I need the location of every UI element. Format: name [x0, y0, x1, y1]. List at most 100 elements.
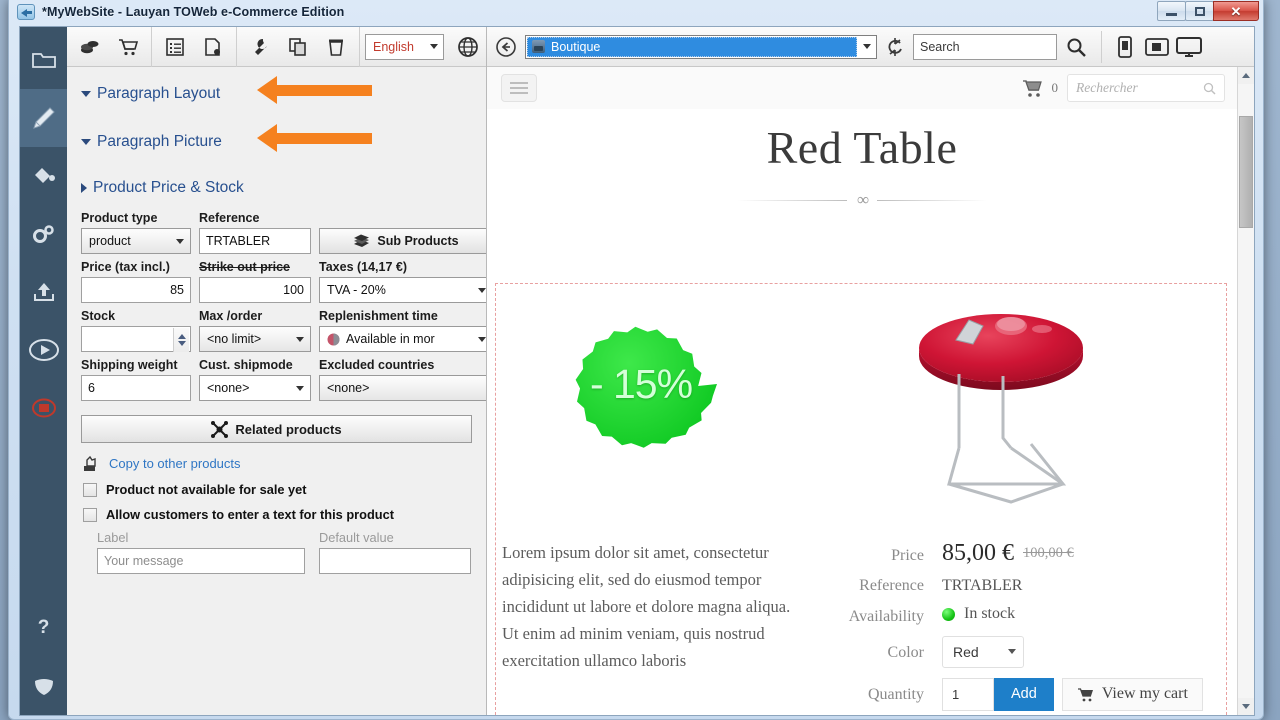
- checkbox-not-available-row[interactable]: Product not available for sale yet: [67, 472, 486, 497]
- replenishment-select[interactable]: Available in mor: [319, 326, 486, 352]
- phone-preview-button[interactable]: [1110, 31, 1140, 63]
- coins-button[interactable]: [71, 30, 109, 64]
- search-button[interactable]: [1061, 31, 1091, 63]
- stepper-arrows[interactable]: [173, 328, 189, 352]
- shipping-weight-label: Shipping weight: [81, 358, 178, 372]
- stepper-up-icon[interactable]: [177, 334, 186, 339]
- list-button[interactable]: [156, 30, 194, 64]
- quantity-input[interactable]: 1: [942, 677, 994, 711]
- page-icon: [532, 40, 545, 53]
- sidebar-item-site[interactable]: [20, 31, 67, 89]
- scrollbar-thumb[interactable]: [1239, 116, 1253, 228]
- default-value-input[interactable]: [319, 548, 471, 574]
- globe-button[interactable]: [449, 30, 486, 64]
- scroll-up-button[interactable]: [1238, 67, 1254, 84]
- strike-price-input[interactable]: 100: [199, 277, 311, 303]
- refresh-icon: [888, 37, 902, 56]
- taxes-select[interactable]: TVA - 20%: [319, 277, 486, 303]
- checkbox-not-available[interactable]: [83, 482, 97, 497]
- shop-button[interactable]: [109, 30, 147, 64]
- sidebar-item-theme[interactable]: [20, 147, 67, 205]
- add-button-label: Add: [1011, 686, 1037, 702]
- discount-value: - 15%: [589, 360, 693, 407]
- stepper-down-icon[interactable]: [177, 341, 186, 346]
- search-input[interactable]: Search: [913, 33, 1057, 60]
- preview-scrollbar[interactable]: [1237, 67, 1254, 715]
- text-label-value: Your message: [104, 554, 184, 568]
- close-button[interactable]: ✕: [1213, 1, 1259, 21]
- price-input[interactable]: 85: [81, 277, 191, 303]
- reference-value: TRTABLER: [206, 234, 271, 248]
- sidebar-item-settings[interactable]: [20, 205, 67, 263]
- site-search-input[interactable]: Rechercher: [1067, 74, 1225, 102]
- stock-stepper[interactable]: [81, 326, 191, 352]
- related-products-button[interactable]: Related products: [81, 415, 472, 443]
- copy-button[interactable]: [279, 30, 317, 64]
- color-select[interactable]: Red: [942, 635, 1024, 668]
- availability-label: Availability: [848, 607, 924, 625]
- view-cart-button[interactable]: View my cart: [1061, 677, 1203, 711]
- page-select[interactable]: Boutique: [525, 34, 877, 59]
- cust-shipmode-value: <none>: [207, 381, 250, 395]
- maximize-button[interactable]: [1185, 1, 1214, 21]
- hamburger-icon-line: [510, 87, 528, 89]
- checkbox-allow-text-label: Allow customers to enter a text for this…: [106, 507, 394, 522]
- refresh-button[interactable]: [881, 31, 909, 63]
- sidebar-item-publish[interactable]: [20, 263, 67, 321]
- settings-button[interactable]: [241, 30, 279, 64]
- price-values: 85,00 € 100,00 €: [942, 540, 1074, 567]
- minimize-button[interactable]: [1157, 1, 1186, 21]
- copy-to-other-products-link: Copy to other products: [109, 456, 241, 471]
- sidebar-item-help[interactable]: ?: [20, 599, 67, 657]
- spec-row-color: Color Red: [822, 635, 1226, 668]
- form-row-shipping: Shipping weight Cust. shipmode Excluded …: [67, 352, 486, 401]
- product-image-wrap: [786, 294, 1226, 522]
- sidebar-item-stop[interactable]: [20, 379, 67, 437]
- trash-icon: [329, 39, 343, 56]
- cart-icon[interactable]: [1021, 77, 1043, 99]
- back-button[interactable]: [491, 31, 521, 63]
- sidebar-item-preview[interactable]: [20, 321, 67, 379]
- price-previous: 100,00 €: [1023, 545, 1074, 561]
- chevron-down-icon: [81, 91, 91, 97]
- product-type-label: Product type: [81, 211, 158, 225]
- scroll-down-button[interactable]: [1238, 698, 1254, 715]
- shipping-weight-input[interactable]: 6: [81, 375, 191, 401]
- sidebar-item-security[interactable]: [20, 657, 67, 715]
- cart-icon: [119, 38, 139, 55]
- max-order-select[interactable]: <no limit>: [199, 326, 311, 352]
- max-order-label: Max /order: [199, 309, 263, 323]
- menu-button[interactable]: [501, 74, 537, 102]
- reference-input[interactable]: TRTABLER: [199, 228, 311, 254]
- caret-down-icon: [1242, 704, 1250, 709]
- divider-line-right: [877, 199, 988, 201]
- cust-shipmode-select[interactable]: <none>: [199, 375, 311, 401]
- desktop-preview-button[interactable]: [1174, 31, 1204, 63]
- section-paragraph-layout[interactable]: Paragraph Layout: [67, 76, 486, 111]
- section-product-price-stock[interactable]: Product Price & Stock: [67, 171, 486, 205]
- page-select-caret[interactable]: [858, 44, 876, 49]
- language-select[interactable]: English: [365, 33, 445, 60]
- device-preview-group: [1101, 30, 1204, 63]
- toolbar-group-commerce: [67, 26, 152, 67]
- new-page-button[interactable]: [194, 30, 232, 64]
- copy-to-other-products-row[interactable]: Copy to other products: [67, 443, 486, 472]
- checkbox-allow-text[interactable]: [83, 507, 97, 522]
- text-label-input[interactable]: Your message: [97, 548, 305, 574]
- replenishment-value: Available in mor: [346, 332, 435, 346]
- section-title: Paragraph Picture: [97, 133, 222, 150]
- product-type-select[interactable]: product: [81, 228, 191, 254]
- tablet-preview-button[interactable]: [1142, 31, 1172, 63]
- excluded-countries-button[interactable]: <none>: [319, 375, 486, 401]
- delete-button[interactable]: [317, 30, 355, 64]
- add-to-cart-button[interactable]: Add: [994, 677, 1054, 711]
- list-icon: [166, 37, 184, 56]
- sidebar-item-edit[interactable]: [20, 89, 67, 147]
- selected-paragraph-region[interactable]: - 15% Lorem ipsum dolor sit amet, consec…: [495, 283, 1227, 715]
- section-paragraph-picture[interactable]: Paragraph Picture: [67, 124, 486, 159]
- chevron-down-icon: [81, 139, 91, 145]
- section-title: Product Price & Stock: [93, 179, 244, 196]
- checkbox-allow-text-row[interactable]: Allow customers to enter a text for this…: [67, 497, 486, 522]
- sub-products-button[interactable]: Sub Products: [319, 228, 486, 254]
- scrollbar-track[interactable]: [1238, 84, 1254, 698]
